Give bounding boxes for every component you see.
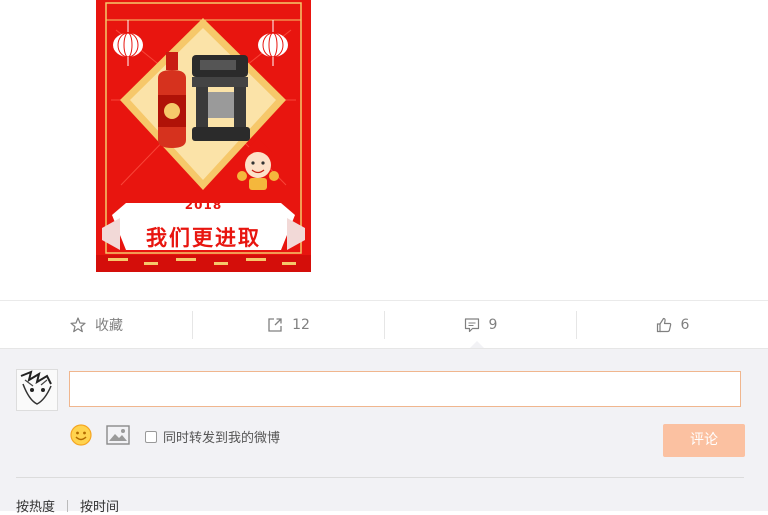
like-count: 6 [680,317,690,333]
image-icon [106,425,130,445]
favorite-button[interactable]: 收藏 [0,301,192,349]
repost-to-weibo-option[interactable]: 同时转发到我的微博 [145,427,280,446]
sort-by-time[interactable]: 按时间 [80,496,119,515]
comment-count: 9 [488,317,498,333]
repost-count: 12 [292,317,310,333]
like-button[interactable]: 6 [576,301,768,349]
thumbs-up-icon [655,316,673,334]
share-icon [266,316,284,334]
action-bar: 收藏 12 9 6 [0,300,768,349]
lantern-left-icon [113,20,143,66]
repost-label: 同时转发到我的微博 [163,431,281,446]
promo-poster-image[interactable]: 2018 我们更进取 [96,0,311,272]
comment-input[interactable] [69,371,741,407]
insert-image-button[interactable] [106,425,130,445]
avatar[interactable] [16,369,58,411]
comment-section: 同时转发到我的微博 评论 按热度 按时间 [0,348,768,515]
coffee-machine-icon [192,55,250,141]
favorite-label: 收藏 [95,318,123,334]
submit-comment-button[interactable]: 评论 [663,424,745,457]
divider [16,477,744,478]
lantern-right-icon [258,20,288,66]
comment-sort-bar: 按热度 按时间 [16,496,119,515]
comment-icon [463,316,481,334]
emoji-button[interactable] [69,423,93,447]
poster-slogan: 我们更进取 [146,226,261,250]
comment-section-pointer [470,341,484,348]
star-icon [69,316,87,334]
repost-checkbox[interactable] [145,430,157,443]
smiley-icon [70,424,92,446]
repost-button[interactable]: 12 [192,301,384,349]
poster-year: 2018 [184,198,223,212]
sort-by-hot[interactable]: 按热度 [16,496,55,515]
post-image-area: 2018 我们更进取 [0,0,768,300]
